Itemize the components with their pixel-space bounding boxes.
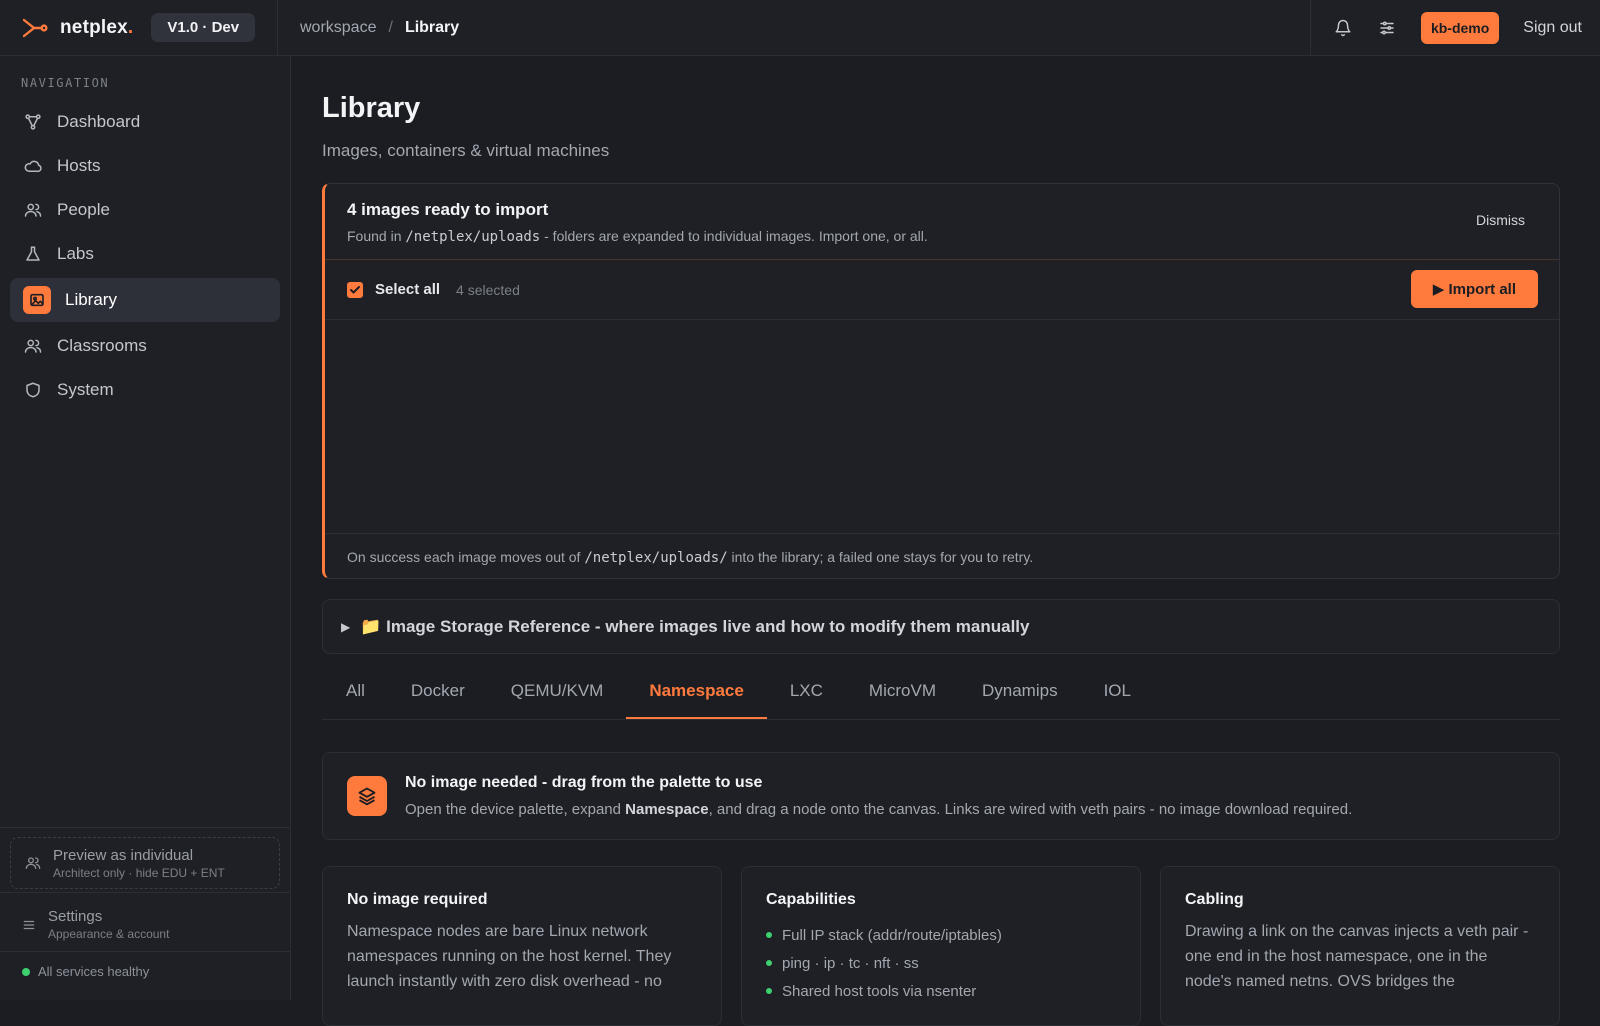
tab-lxc[interactable]: LXC	[767, 677, 846, 719]
people-icon	[23, 200, 43, 220]
card-capabilities: Capabilities Full IP stack (addr/route/i…	[741, 866, 1141, 1026]
shield-icon	[23, 380, 43, 400]
select-all-row: Select all 4 selected ▶ Import all	[325, 260, 1559, 320]
brand: netplex. V1.0 · Dev	[0, 0, 278, 56]
card-no-image-required: No image required Namespace nodes are ba…	[322, 866, 722, 1026]
settings-subtitle: Appearance & account	[48, 927, 170, 941]
sidebar-item-classrooms[interactable]: Classrooms	[10, 326, 280, 366]
tab-docker[interactable]: Docker	[388, 677, 488, 719]
select-all-label[interactable]: Select all	[375, 281, 440, 298]
bell-icon[interactable]	[1325, 10, 1361, 46]
card-cabling: Cabling Drawing a link on the canvas inj…	[1160, 866, 1560, 1026]
settings-title: Settings	[48, 908, 103, 925]
health-dot-icon	[22, 967, 30, 976]
health-label: All services healthy	[38, 964, 150, 979]
import-title: 4 images ready to import	[347, 200, 549, 219]
breadcrumb-separator: /	[388, 18, 393, 36]
sidebar-divider	[0, 951, 291, 952]
bullet-icon	[766, 932, 772, 938]
import-description: Found in /netplex/uploads - folders are …	[347, 228, 928, 245]
layers-icon	[347, 776, 387, 816]
expand-triangle-icon: ▶	[341, 619, 351, 634]
selected-count: 4 selected	[456, 281, 520, 298]
tab-iol[interactable]: IOL	[1081, 677, 1154, 719]
dismiss-button[interactable]: Dismiss	[1476, 212, 1525, 228]
people-icon	[23, 336, 43, 356]
image-type-tabs: All Docker QEMU/KVM Namespace LXC MicroV…	[322, 678, 1560, 720]
import-panel: 4 images ready to import Found in /netpl…	[322, 183, 1560, 579]
page-title: Library	[322, 92, 421, 124]
sidebar-divider	[0, 827, 291, 828]
import-header: 4 images ready to import Found in /netpl…	[325, 184, 1559, 260]
flask-icon	[23, 244, 43, 264]
bullet-icon	[766, 960, 772, 966]
settings-button[interactable]: Settings Appearance & account	[22, 908, 169, 941]
storage-reference-label: 📁 Image Storage Reference - where images…	[360, 616, 1030, 636]
sidebar-item-label: Dashboard	[57, 112, 141, 131]
card-title: Cabling	[1185, 891, 1244, 908]
sidebar-divider	[0, 892, 291, 893]
tab-all[interactable]: All	[330, 677, 388, 719]
sign-out-button[interactable]: Sign out	[1523, 19, 1582, 37]
sidebar-item-label: Hosts	[57, 156, 101, 175]
sidebar-item-label: Labs	[57, 244, 94, 263]
capabilities-list: Full IP stack (addr/route/iptables) ping…	[766, 921, 1116, 1005]
tab-dynamips[interactable]: Dynamips	[959, 677, 1081, 719]
people-icon	[25, 855, 41, 871]
import-footer-note: On success each image moves out of /netp…	[325, 533, 1559, 578]
bullet-icon	[766, 988, 772, 994]
preview-subtitle: Architect only · hide EDU + ENT	[53, 865, 225, 880]
preview-title: Preview as individual	[53, 846, 194, 864]
info-title: No image needed - drag from the palette …	[405, 774, 763, 791]
sidebar-item-hosts[interactable]: Hosts	[10, 146, 280, 186]
user-badge[interactable]: kb-demo	[1420, 11, 1500, 44]
tab-namespace[interactable]: Namespace	[626, 677, 767, 719]
image-icon	[23, 286, 51, 314]
sidebar-item-label: Classrooms	[57, 336, 147, 355]
sidebar-item-people[interactable]: People	[10, 190, 280, 230]
top-bar: netplex. V1.0 · Dev workspace / Library …	[0, 0, 1600, 56]
breadcrumb-current: Library	[404, 18, 460, 36]
top-actions: kb-demo Sign out	[1309, 0, 1600, 56]
select-all-checkbox[interactable]	[347, 281, 363, 298]
card-body: Drawing a link on the canvas injects a v…	[1185, 923, 1529, 990]
topology-icon	[23, 112, 43, 132]
no-image-needed-banner: No image needed - drag from the palette …	[322, 752, 1560, 840]
card-body: Namespace nodes are bare Linux network n…	[347, 923, 672, 990]
card-title: Capabilities	[766, 891, 856, 908]
breadcrumb: workspace / Library	[278, 19, 1310, 37]
netplex-logo-icon[interactable]	[22, 17, 48, 39]
sidebar-item-library[interactable]: Library	[10, 278, 280, 322]
service-health-status: All services healthy	[22, 964, 149, 979]
list-item: Full IP stack (addr/route/iptables)	[766, 921, 1116, 949]
card-title: No image required	[347, 891, 488, 908]
main-content: Library Images, containers & virtual mac…	[322, 56, 1560, 1026]
namespace-cards: No image required Namespace nodes are ba…	[322, 866, 1560, 1026]
version-badge[interactable]: V1.0 · Dev	[151, 13, 256, 42]
sliders-icon[interactable]	[1369, 10, 1405, 46]
nav-heading: NAVIGATION	[21, 76, 110, 90]
import-all-button[interactable]: ▶ Import all	[1410, 270, 1538, 308]
breadcrumb-workspace[interactable]: workspace	[300, 19, 376, 37]
sliders-icon	[22, 918, 36, 932]
tab-qemu-kvm[interactable]: QEMU/KVM	[488, 677, 627, 719]
import-list-area	[325, 320, 1559, 530]
storage-reference-toggle[interactable]: ▶ 📁 Image Storage Reference - where imag…	[322, 599, 1560, 654]
sidebar-item-label: People	[57, 200, 110, 219]
list-item: Shared host tools via nsenter	[766, 977, 1116, 1005]
info-description: Open the device palette, expand Namespac…	[405, 801, 1353, 818]
cloud-icon	[23, 156, 43, 176]
page-subtitle: Images, containers & virtual machines	[322, 141, 610, 160]
sidebar-item-label: Library	[65, 290, 117, 309]
sidebar-item-system[interactable]: System	[10, 370, 280, 410]
sidebar: NAVIGATION Dashboard Hosts People Labs L…	[0, 56, 291, 1000]
sidebar-item-dashboard[interactable]: Dashboard	[10, 102, 280, 142]
tab-microvm[interactable]: MicroVM	[846, 677, 959, 719]
sidebar-item-labs[interactable]: Labs	[10, 234, 280, 274]
sidebar-item-label: System	[57, 380, 114, 399]
list-item: ping · ip · tc · nft · ss	[766, 949, 1116, 977]
brand-name[interactable]: netplex.	[60, 17, 133, 39]
preview-as-individual-button[interactable]: Preview as individual Architect only · h…	[10, 837, 280, 889]
